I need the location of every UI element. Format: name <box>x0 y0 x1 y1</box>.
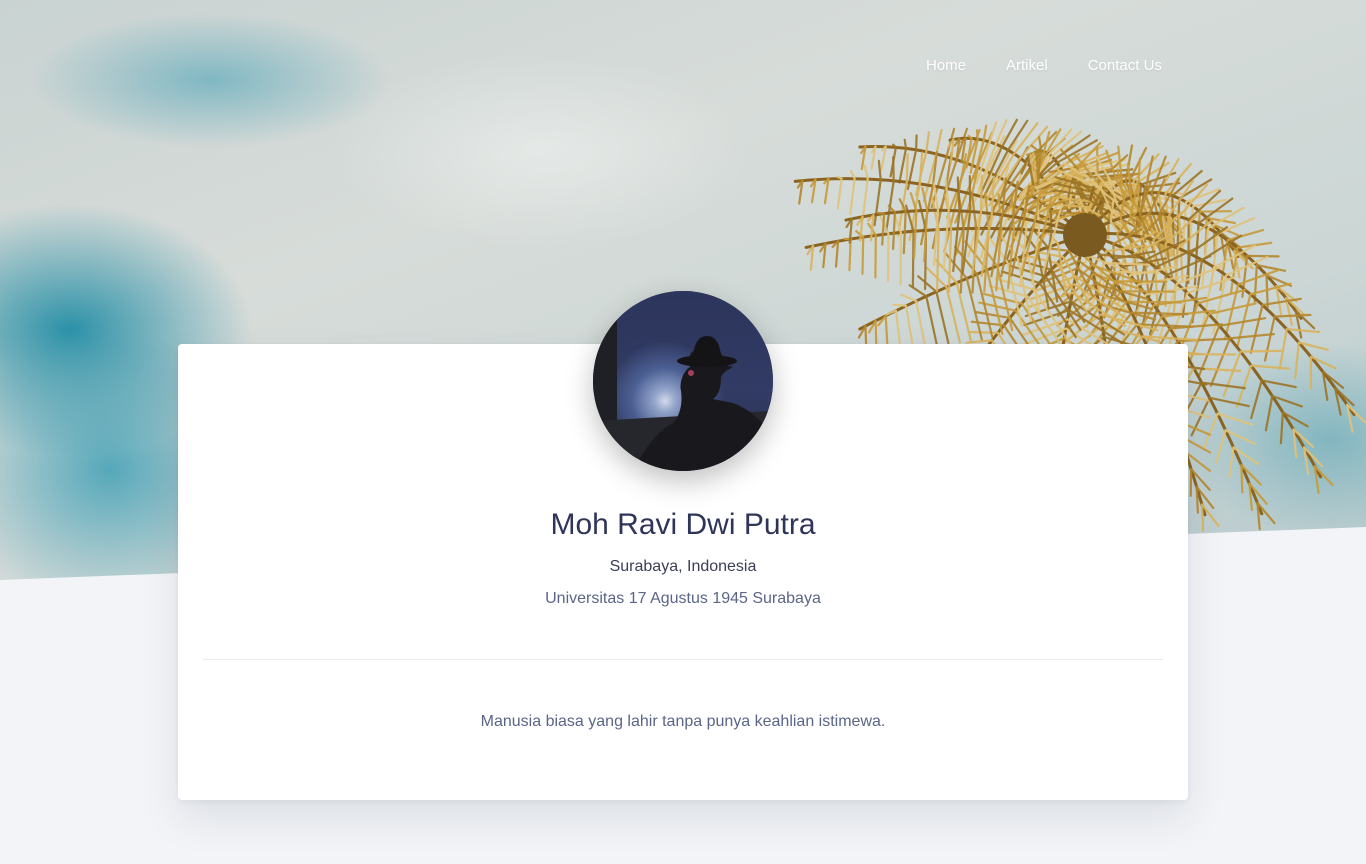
nav-home-link[interactable]: Home <box>906 57 986 75</box>
divider <box>203 659 1163 660</box>
main-nav: Home Artikel Contact Us <box>906 57 1182 75</box>
profile-name: Moh Ravi Dwi Putra <box>550 508 816 541</box>
profile-institution: Universitas 17 Agustus 1945 Surabaya <box>545 590 821 607</box>
nav-artikel-link[interactable]: Artikel <box>986 57 1068 75</box>
avatar-silhouette-image <box>593 291 773 471</box>
nav-contact-link[interactable]: Contact Us <box>1068 57 1182 75</box>
profile-bio: Manusia biasa yang lahir tanpa punya kea… <box>480 713 886 730</box>
profile-location: Surabaya, Indonesia <box>609 558 757 575</box>
avatar <box>593 291 773 471</box>
